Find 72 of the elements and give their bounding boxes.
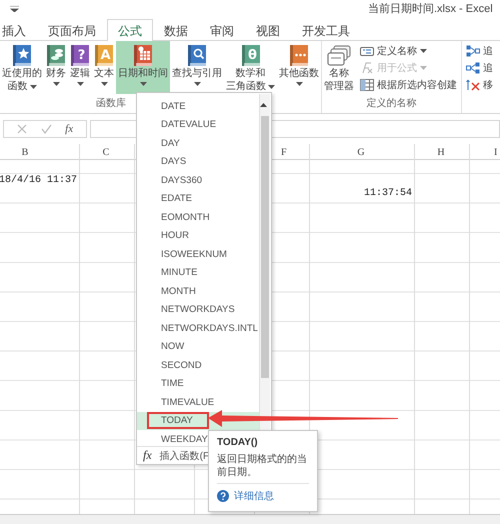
confirm-icon <box>40 124 52 134</box>
remove-arrows-icon <box>466 78 480 90</box>
menu-item[interactable]: NETWORKDAYS <box>161 304 235 316</box>
menu-item[interactable]: EOMONTH <box>161 212 210 223</box>
ribbon-tab[interactable]: 公式 <box>107 19 153 41</box>
menu-item[interactable]: NETWORKDAYS.INTL <box>161 322 258 334</box>
help-link[interactable]: 详细信息 <box>217 489 309 503</box>
help-icon <box>217 490 229 502</box>
ribbon-command[interactable]: 追 <box>464 60 495 76</box>
column-header: H <box>437 146 445 158</box>
trace-arrows-icon <box>466 62 480 74</box>
letter-book-icon: θ <box>240 44 260 67</box>
ribbon-tab[interactable]: 视图 <box>245 19 291 41</box>
menu-item[interactable]: NOW <box>161 341 184 352</box>
menu-item[interactable]: TIMEVALUE <box>161 396 214 408</box>
column-header: I <box>494 146 498 158</box>
group-label: 函数库 <box>96 96 126 110</box>
table-create-icon <box>360 78 374 90</box>
menu-item[interactable]: EDATE <box>161 193 192 204</box>
window-title: 当前日期时间.xlsx - Excel <box>368 2 493 16</box>
column-header: C <box>102 146 110 158</box>
scrollbar-thumb[interactable] <box>261 116 269 378</box>
ribbon-button[interactable]: 查找与引用 <box>170 41 224 94</box>
name-tag-icon <box>360 44 374 56</box>
menu-item[interactable]: DAY <box>161 138 180 149</box>
tooltip-title: TODAY() <box>217 437 259 448</box>
menu-item[interactable]: DATE <box>161 100 186 112</box>
ribbon-tab[interactable]: 页面布局 <box>37 19 107 41</box>
menu-item[interactable]: SECOND <box>161 360 202 371</box>
ribbon-button[interactable]: 财务 <box>44 41 68 94</box>
ribbon-tab[interactable]: 数据 <box>153 19 199 41</box>
customize-toolbar-icon <box>10 6 19 12</box>
column-header: G <box>357 146 365 158</box>
ribbon-tab[interactable]: 开发工具 <box>291 19 361 41</box>
ribbon-button[interactable]: 名称 管理器 <box>322 41 356 94</box>
insert-function-button[interactable]: fx <box>65 123 74 135</box>
tooltip-text: 返回日期格式的的当前日期。 <box>217 453 309 484</box>
menu-item[interactable]: TODAY <box>161 415 193 426</box>
menu-item[interactable]: TIME <box>161 378 184 390</box>
ribbon-button[interactable]: ? 逻辑 <box>68 41 92 94</box>
letter-book-icon: ? <box>70 44 90 67</box>
menu-item[interactable]: ISOWEEKNUM <box>161 248 227 260</box>
ribbon-command[interactable]: 根据所选内容创建 <box>358 76 459 92</box>
trace-arrows-icon <box>466 44 480 56</box>
group-label: 定义的名称 <box>366 96 416 110</box>
letter-book-icon: A <box>94 44 114 67</box>
ribbon-button[interactable]: 近使用的 函数 <box>0 41 44 94</box>
scroll-up-icon <box>260 103 267 107</box>
menu-item[interactable]: DATEVALUE <box>161 119 216 130</box>
insert-function-icon: fx <box>143 448 152 463</box>
ribbon-command[interactable]: 追 <box>464 42 495 58</box>
ribbon-button[interactable]: A 文本 <box>92 41 116 94</box>
table-cell: 18/4/16 11:37 <box>0 174 77 186</box>
menu-item[interactable]: 插入函数(F <box>160 448 210 462</box>
ribbon-tab[interactable]: 插入 <box>0 19 37 41</box>
column-header: B <box>22 146 28 158</box>
menu-item[interactable]: WEEKDAY <box>161 434 208 445</box>
ribbon-button[interactable]: 其他函数 <box>277 41 321 94</box>
menu-item[interactable]: MONTH <box>161 286 196 297</box>
table-cell: 11:37:54 <box>364 188 412 200</box>
ribbon-button[interactable]: 日期和时间 <box>116 41 170 94</box>
ribbon-command[interactable]: 移 <box>464 76 495 92</box>
cancel-icon <box>16 124 27 134</box>
menu-item[interactable]: MINUTE <box>161 267 198 278</box>
ribbon-command[interactable]: 定义名称 <box>358 42 459 58</box>
column-header: F <box>281 146 287 158</box>
menu-item[interactable]: DAYS360 <box>161 174 202 186</box>
menu-item[interactable]: HOUR <box>161 230 189 242</box>
ribbon-tab[interactable]: 审阅 <box>199 19 245 41</box>
formula-icon <box>360 62 374 74</box>
menu-item[interactable]: DAYS <box>161 156 186 168</box>
name-cards-icon <box>326 44 352 67</box>
